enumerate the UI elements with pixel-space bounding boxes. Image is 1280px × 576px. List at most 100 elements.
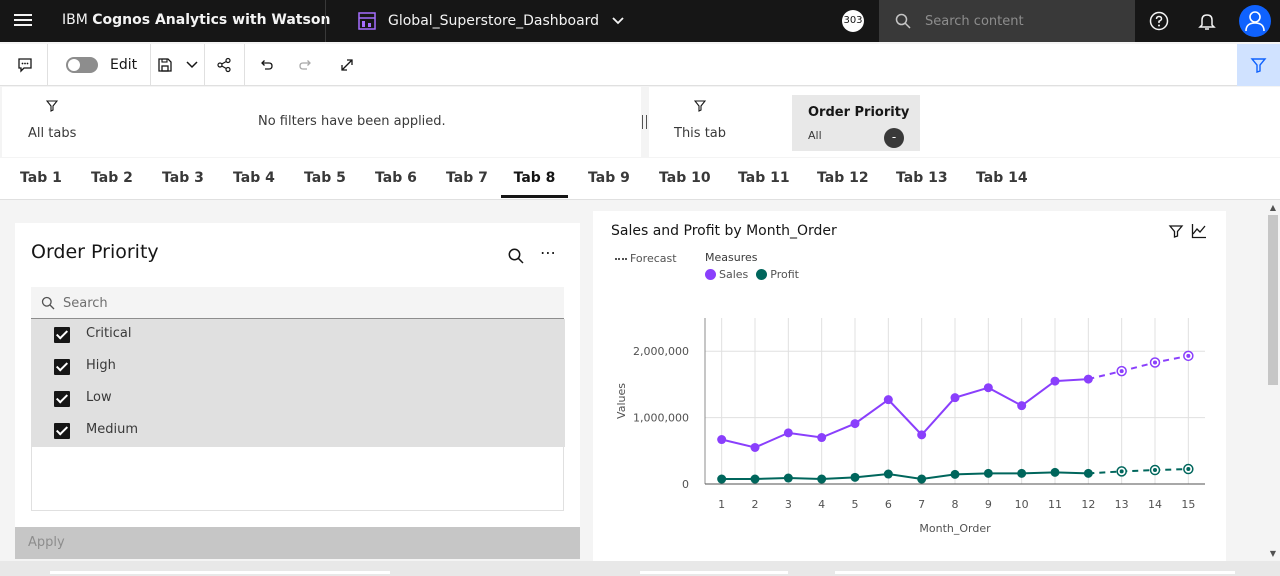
search-icon[interactable] bbox=[507, 247, 525, 265]
this-tab-label: This tab bbox=[674, 126, 727, 141]
list-item-critical[interactable]: Critical bbox=[32, 319, 565, 351]
all-tabs-label: All tabs bbox=[28, 126, 77, 141]
chevron-down-icon bbox=[612, 17, 624, 25]
redo-icon[interactable] bbox=[295, 54, 317, 76]
profit-point bbox=[1083, 468, 1093, 478]
vertical-scrollbar[interactable]: ▲ ▼ bbox=[1264, 201, 1280, 561]
product-name: IBM Cognos Analytics with Watson bbox=[62, 12, 330, 28]
toolbar-divider bbox=[47, 44, 48, 86]
comment-icon[interactable] bbox=[14, 54, 36, 76]
dashboard-canvas: Order Priority ⋯ Critical High Low Mediu… bbox=[0, 201, 1264, 561]
x-tick-label: 13 bbox=[1115, 498, 1129, 511]
profit-point bbox=[983, 468, 993, 478]
list-search-input[interactable] bbox=[63, 291, 543, 315]
checkbox-checked[interactable] bbox=[54, 359, 70, 375]
tab-13[interactable]: Tab 13 bbox=[896, 158, 948, 198]
scrollbar-track-segment bbox=[835, 571, 1235, 574]
toolbar-divider bbox=[204, 44, 205, 86]
save-icon[interactable] bbox=[154, 54, 176, 76]
dashboard-toolbar: Edit bbox=[0, 44, 1280, 86]
tab-7[interactable]: Tab 7 bbox=[446, 158, 488, 198]
profit-point bbox=[817, 474, 827, 484]
tab-5[interactable]: Tab 5 bbox=[304, 158, 346, 198]
x-tick-label: 11 bbox=[1048, 498, 1062, 511]
dashboard-switcher[interactable]: Global_Superstore_Dashboard bbox=[358, 10, 625, 32]
apply-button[interactable]: Apply bbox=[15, 527, 580, 559]
tab-12[interactable]: Tab 12 bbox=[817, 158, 869, 198]
y-tick-label: 0 bbox=[682, 478, 689, 491]
profit-forecast-point-center bbox=[1119, 469, 1124, 474]
tab-14[interactable]: Tab 14 bbox=[976, 158, 1028, 198]
sales-point bbox=[983, 383, 993, 393]
fullscreen-icon[interactable] bbox=[336, 54, 358, 76]
profit-point bbox=[783, 473, 793, 483]
order-priority-filter-widget[interactable]: Order Priority ⋯ Critical High Low Mediu… bbox=[15, 223, 580, 559]
sales-profit-chart-widget[interactable]: Sales and Profit by Month_Order Forecast… bbox=[593, 211, 1226, 561]
search-icon bbox=[895, 13, 911, 29]
header-search[interactable] bbox=[879, 0, 1135, 42]
notifications-bell-icon[interactable] bbox=[1197, 11, 1217, 31]
checkbox-checked[interactable] bbox=[54, 423, 70, 439]
profit-point bbox=[1050, 467, 1060, 477]
checkbox-checked[interactable] bbox=[54, 327, 70, 343]
edit-label: Edit bbox=[110, 57, 138, 73]
tab-4[interactable]: Tab 4 bbox=[233, 158, 275, 198]
edit-mode-toggle[interactable] bbox=[66, 57, 98, 73]
filter-card-clear-button[interactable]: - bbox=[884, 128, 904, 148]
list-item-low[interactable]: Low bbox=[32, 383, 565, 415]
list-item-high[interactable]: High bbox=[32, 351, 565, 383]
filter-pane-resize-handle[interactable] bbox=[642, 115, 647, 129]
checkbox-checked[interactable] bbox=[54, 391, 70, 407]
x-tick-label: 12 bbox=[1081, 498, 1095, 511]
tab-1[interactable]: Tab 1 bbox=[20, 158, 62, 198]
tab-8[interactable]: Tab 8 bbox=[501, 158, 568, 198]
search-content-input[interactable] bbox=[925, 8, 1125, 34]
scroll-up-arrow-icon[interactable]: ▲ bbox=[1268, 203, 1278, 213]
order-priority-filter-card[interactable]: Order Priority All - bbox=[792, 95, 920, 151]
tab-10[interactable]: Tab 10 bbox=[659, 158, 711, 198]
scroll-down-arrow-icon[interactable]: ▼ bbox=[1268, 549, 1278, 559]
tab-6[interactable]: Tab 6 bbox=[375, 158, 417, 198]
list-search[interactable] bbox=[31, 287, 564, 319]
profit-point bbox=[950, 469, 960, 479]
tab-3[interactable]: Tab 3 bbox=[162, 158, 204, 198]
help-icon[interactable] bbox=[1149, 11, 1169, 31]
sales-point bbox=[817, 433, 827, 443]
sales-point bbox=[717, 435, 727, 445]
sales-forecast-point-center bbox=[1186, 353, 1191, 358]
tab-9[interactable]: Tab 9 bbox=[588, 158, 630, 198]
horizontal-scrollbar[interactable] bbox=[0, 561, 1280, 576]
dashboard-icon bbox=[358, 12, 376, 30]
list-item-label: Low bbox=[86, 390, 112, 405]
scrollbar-thumb[interactable] bbox=[1268, 215, 1278, 385]
undo-icon[interactable] bbox=[255, 54, 277, 76]
hamburger-menu-icon[interactable] bbox=[12, 11, 34, 31]
y-tick-label: 1,000,000 bbox=[633, 412, 689, 425]
filter-icon bbox=[1250, 58, 1267, 73]
list-item-label: Medium bbox=[86, 422, 138, 437]
x-tick-label: 1 bbox=[718, 498, 725, 511]
save-options-chevron-icon[interactable] bbox=[181, 54, 203, 76]
list-item-medium[interactable]: Medium bbox=[32, 415, 565, 447]
user-avatar[interactable] bbox=[1239, 5, 1271, 37]
tab-2[interactable]: Tab 2 bbox=[91, 158, 133, 198]
profit-point bbox=[883, 469, 893, 479]
notification-count-badge[interactable]: 303 bbox=[842, 10, 864, 32]
x-tick-label: 7 bbox=[918, 498, 925, 511]
share-icon[interactable] bbox=[213, 54, 235, 76]
header-divider bbox=[325, 0, 326, 42]
sales-point bbox=[1017, 401, 1027, 411]
sales-point bbox=[950, 393, 960, 403]
widget-title: Order Priority bbox=[31, 241, 159, 263]
filter-icon bbox=[46, 100, 58, 112]
brand-prefix: IBM bbox=[62, 12, 93, 28]
sales-forecast-line bbox=[1088, 354, 1189, 381]
x-tick-label: 3 bbox=[785, 498, 792, 511]
x-axis-title: Month_Order bbox=[919, 522, 991, 535]
line-chart: 01,000,0002,000,0001 2 3 4 5 6 7 8 9 10 11 12 13 14 15… bbox=[615, 318, 1205, 535]
filter-panel-toggle[interactable] bbox=[1237, 44, 1280, 86]
x-tick-label: 4 bbox=[818, 498, 825, 511]
tab-11[interactable]: Tab 11 bbox=[738, 158, 790, 198]
more-options-icon[interactable]: ⋯ bbox=[540, 245, 556, 265]
x-tick-label: 9 bbox=[985, 498, 992, 511]
